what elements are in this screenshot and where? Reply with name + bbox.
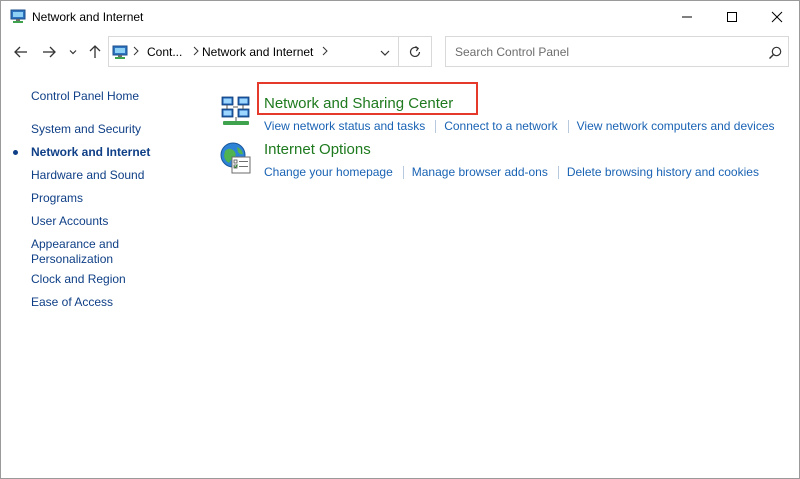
breadcrumb-network-and-internet[interactable]: Network and Internet — [202, 45, 313, 59]
manage-browser-addons-link[interactable]: Manage browser add-ons — [412, 165, 548, 179]
link-divider — [435, 120, 437, 134]
network-location-icon — [112, 45, 128, 59]
address-dropdown-button[interactable] — [377, 45, 393, 61]
chevron-down-icon — [380, 50, 390, 56]
chevron-right-icon[interactable] — [132, 45, 140, 57]
sidebar-item-network-and-internet: Network and Internet — [31, 145, 151, 159]
view-network-computers-link[interactable]: View network computers and devices — [577, 119, 775, 133]
view-network-status-link[interactable]: View network status and tasks — [264, 119, 425, 133]
up-button[interactable] — [85, 40, 105, 64]
chevron-down-icon — [69, 50, 77, 55]
sidebar-item-hardware-and-sound[interactable]: Hardware and Sound — [31, 168, 161, 183]
navigation-bar: Cont... Network and Internet — [1, 36, 799, 68]
close-button[interactable] — [754, 1, 800, 32]
control-panel-window: Network and Internet Cont... Network and… — [0, 0, 800, 479]
sidebar-item-appearance-and-personalization[interactable]: Appearance and Personalization — [31, 237, 129, 267]
network-sharing-icon — [221, 96, 250, 125]
highlight-box — [257, 82, 478, 115]
sidebar-item-programs[interactable]: Programs — [31, 191, 161, 206]
maximize-button[interactable] — [709, 1, 755, 32]
change-homepage-link[interactable]: Change your homepage — [264, 165, 393, 179]
chevron-right-icon[interactable] — [321, 45, 329, 57]
refresh-icon — [409, 45, 421, 57]
network-app-icon — [10, 9, 26, 23]
sidebar-item-user-accounts[interactable]: User Accounts — [31, 214, 161, 229]
current-page-bullet — [13, 150, 18, 155]
link-divider — [402, 166, 404, 180]
refresh-button[interactable] — [399, 36, 432, 67]
search-icon[interactable] — [767, 45, 783, 61]
sidebar-item-clock-and-region[interactable]: Clock and Region — [31, 272, 161, 287]
minimize-icon — [682, 16, 692, 17]
sidebar-item-ease-of-access[interactable]: Ease of Access — [31, 295, 161, 310]
network-and-sharing-center-tasks: View network status and tasks Connect to … — [264, 119, 775, 134]
internet-options-icon — [220, 142, 251, 174]
link-divider — [557, 166, 559, 180]
link-divider — [567, 120, 569, 134]
maximize-icon — [727, 11, 737, 22]
forward-button[interactable] — [37, 40, 61, 64]
search-box[interactable] — [445, 36, 789, 67]
arrow-up-icon — [89, 45, 101, 58]
sidebar-control-panel-home[interactable]: Control Panel Home — [31, 89, 139, 103]
arrow-left-icon — [14, 46, 27, 58]
chevron-right-icon[interactable] — [192, 45, 200, 57]
sidebar-item-system-and-security[interactable]: System and Security — [31, 122, 161, 137]
breadcrumb-control-panel[interactable]: Cont... — [147, 45, 182, 59]
window-title: Network and Internet — [32, 10, 144, 24]
arrow-right-icon — [43, 46, 56, 58]
title-bar[interactable]: Network and Internet — [1, 1, 799, 32]
connect-to-network-link[interactable]: Connect to a network — [444, 119, 557, 133]
delete-browsing-history-link[interactable]: Delete browsing history and cookies — [567, 165, 759, 179]
search-input[interactable] — [455, 45, 755, 59]
minimize-button[interactable] — [664, 1, 710, 32]
back-button[interactable] — [9, 40, 33, 64]
close-icon — [771, 11, 783, 22]
address-bar[interactable]: Cont... Network and Internet — [108, 36, 399, 67]
recent-locations-button[interactable] — [65, 40, 81, 64]
internet-options-link[interactable]: Internet Options — [264, 141, 371, 158]
internet-options-tasks: Change your homepage Manage browser add-o… — [264, 165, 759, 180]
